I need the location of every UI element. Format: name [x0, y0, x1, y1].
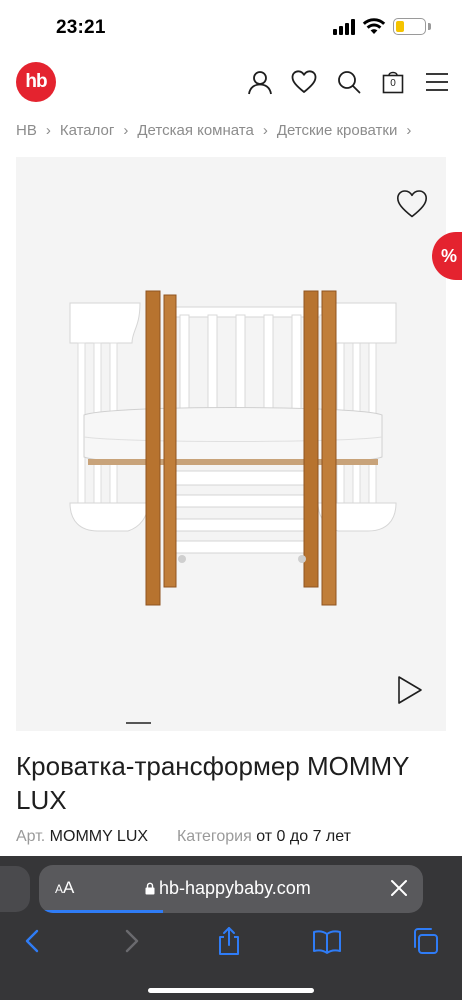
- back-icon[interactable]: [18, 926, 48, 956]
- page-load-progress: [39, 910, 163, 913]
- breadcrumb-link-cribs[interactable]: Детские кроватки: [277, 122, 398, 139]
- chevron-right-icon: ›: [262, 122, 268, 139]
- status-bar: 23:21: [0, 0, 462, 52]
- hb-logo[interactable]: hb: [16, 62, 56, 102]
- battery-icon: [393, 18, 426, 35]
- address-bar[interactable]: AA hb-happybaby.com: [39, 865, 423, 913]
- breadcrumb-link-catalog[interactable]: Каталог: [60, 122, 115, 139]
- bookmarks-icon[interactable]: [312, 926, 342, 956]
- forward-icon[interactable]: [116, 926, 146, 956]
- product-gallery[interactable]: [16, 157, 446, 731]
- breadcrumb-link-kids-room[interactable]: Детская комната: [137, 122, 253, 139]
- url-text: hb-happybaby.com: [159, 878, 311, 898]
- browser-toolbar: [0, 926, 462, 966]
- tabs-icon[interactable]: [410, 926, 440, 956]
- status-time: 23:21: [56, 17, 106, 38]
- article-label: Арт.: [16, 828, 46, 845]
- article-value: MOMMY LUX: [49, 828, 149, 845]
- share-icon[interactable]: [214, 926, 244, 956]
- chevron-right-icon: ›: [406, 122, 412, 139]
- stop-loading-icon[interactable]: [389, 878, 409, 898]
- user-icon[interactable]: [247, 69, 273, 95]
- url-display[interactable]: hb-happybaby.com: [145, 878, 311, 899]
- heart-icon[interactable]: [291, 69, 317, 95]
- home-indicator[interactable]: [148, 988, 314, 993]
- breadcrumb: HB › Каталог › Детская комната › Детские крова…: [16, 122, 462, 144]
- category-value[interactable]: от 0 до 7 лет: [256, 828, 351, 845]
- product-title: Кроватка-трансформер MOMMY LUX: [16, 751, 410, 815]
- product-meta: Арт. MOMMY LUX Категория от 0 до 7 лет: [16, 828, 351, 846]
- cart-button[interactable]: 0: [380, 69, 406, 95]
- breadcrumb-link-home[interactable]: HB: [16, 122, 37, 139]
- category-label: Категория: [176, 828, 252, 845]
- cellular-signal-icon: [333, 19, 357, 35]
- cart-count: 0: [390, 78, 396, 89]
- site-header: hb 0: [0, 52, 462, 112]
- lock-icon: [145, 882, 155, 895]
- search-icon[interactable]: [336, 69, 362, 95]
- gallery-slide-indicator[interactable]: [126, 722, 151, 724]
- previous-tab-preview[interactable]: [0, 866, 30, 912]
- play-video-icon[interactable]: [396, 675, 424, 705]
- chevron-right-icon: ›: [123, 122, 129, 139]
- text-size-button[interactable]: AA: [55, 878, 74, 898]
- wifi-icon: [362, 18, 386, 34]
- product-image-crib: [69, 290, 397, 606]
- battery-tip: [428, 23, 431, 30]
- add-to-favorites-heart-icon[interactable]: [396, 188, 428, 220]
- chevron-right-icon: ›: [45, 122, 51, 139]
- browser-bottom-bar: AA hb-happybaby.com: [0, 856, 462, 1000]
- menu-icon[interactable]: [424, 69, 450, 95]
